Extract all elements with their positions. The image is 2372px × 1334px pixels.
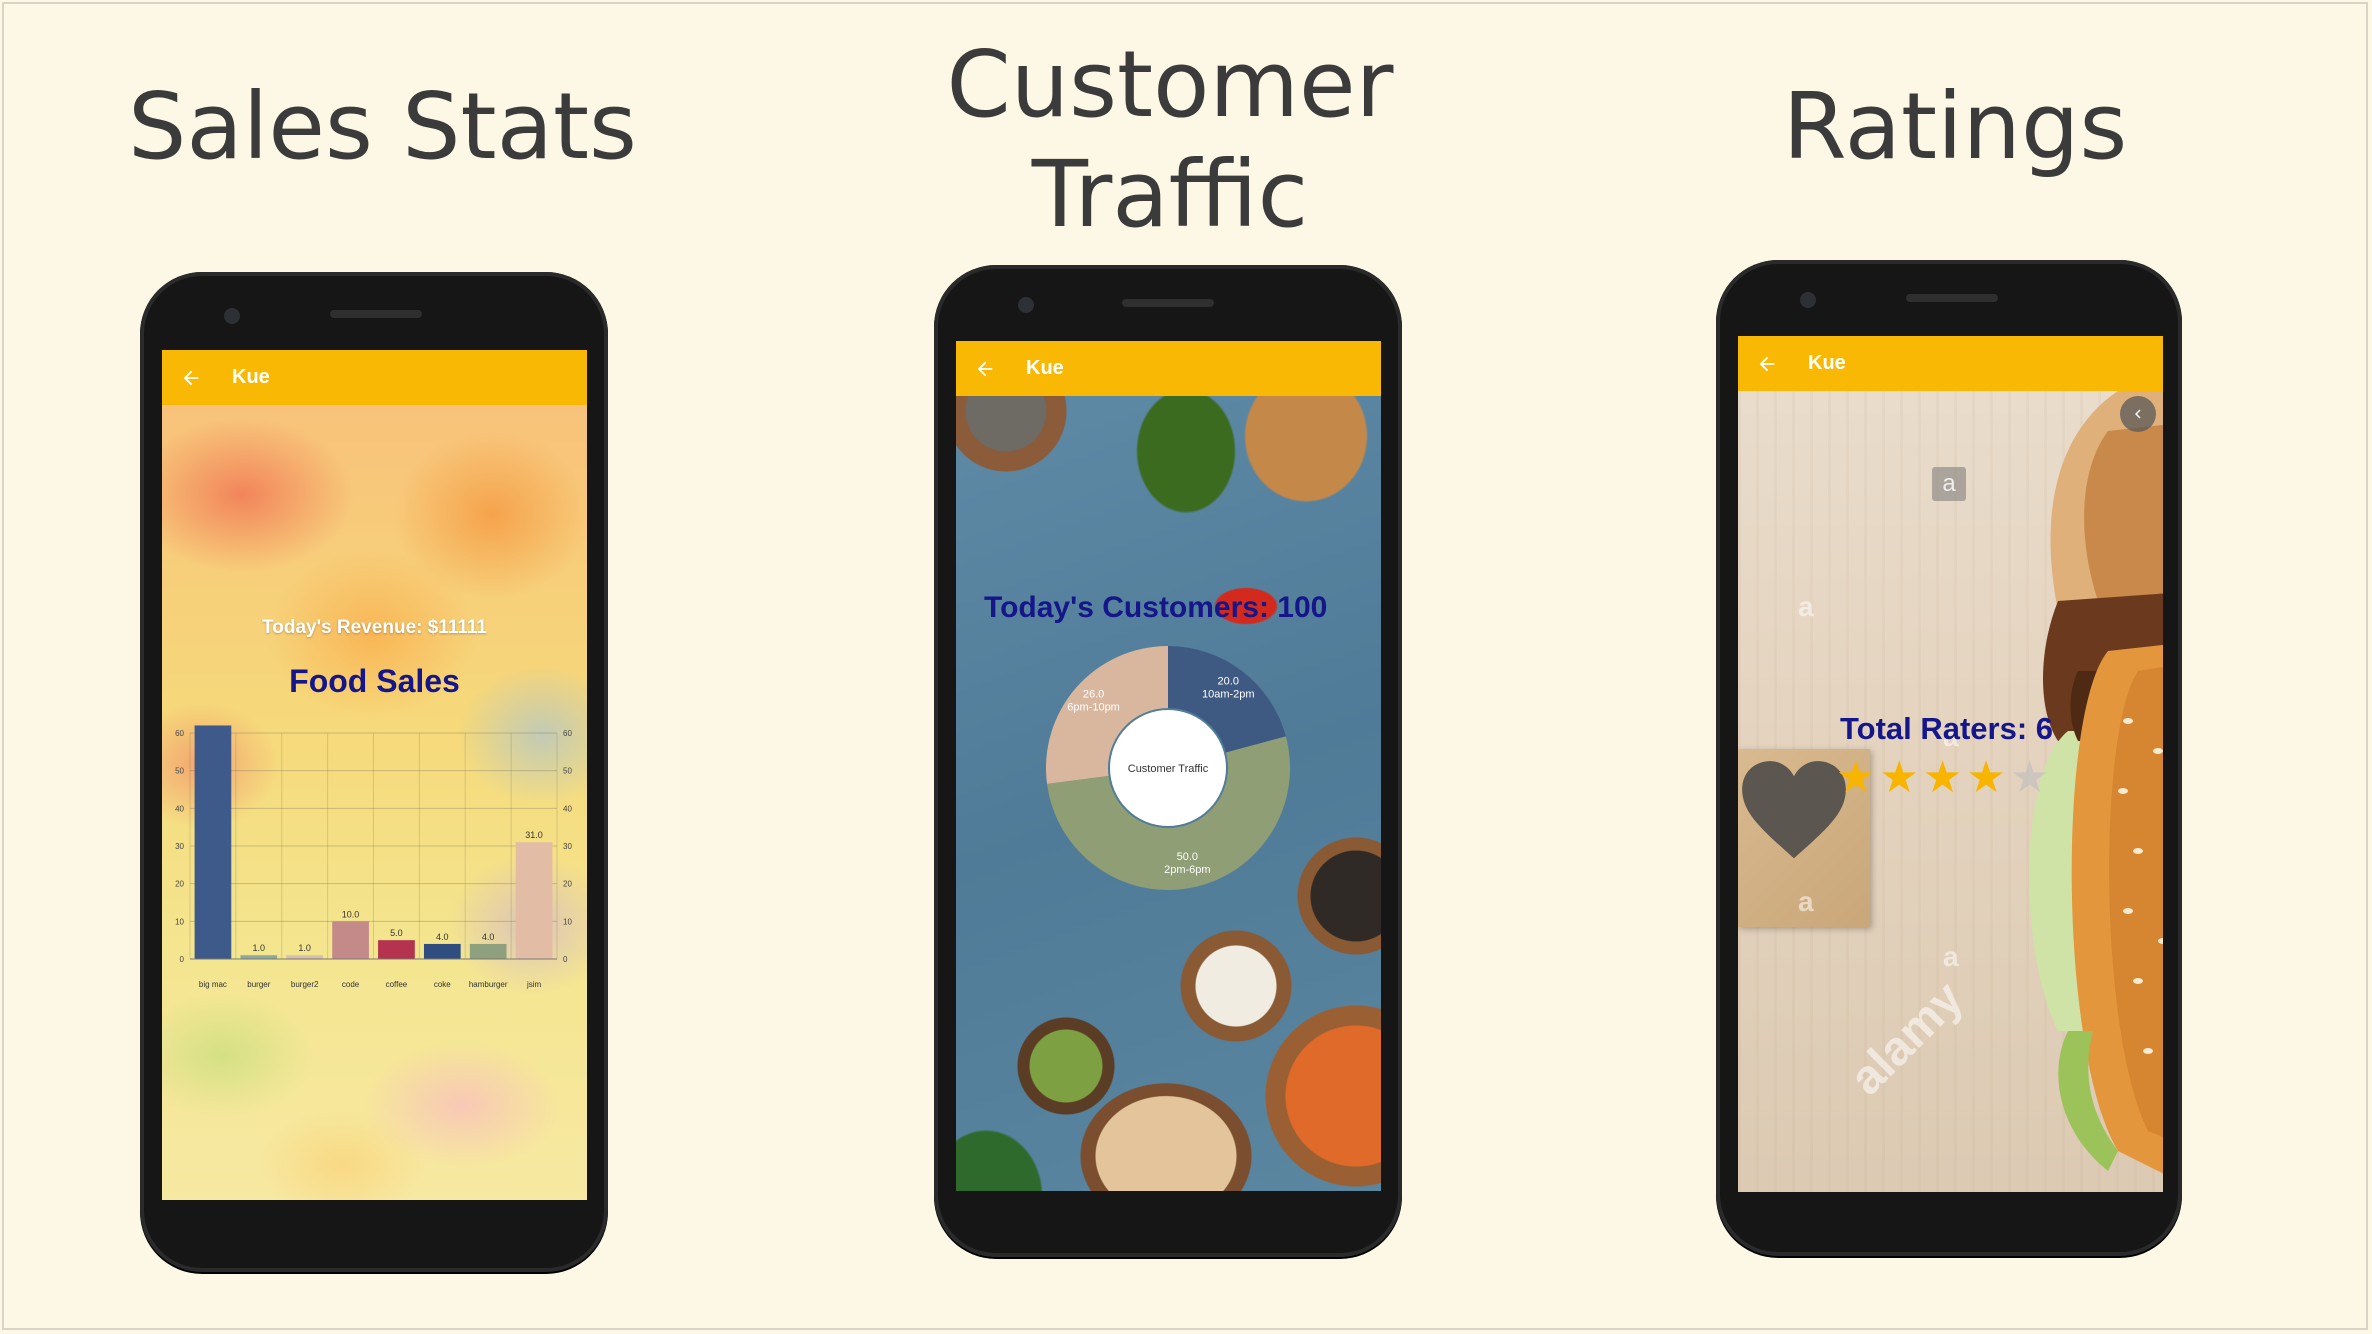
donut-center-label: Customer Traffic: [1128, 763, 1209, 775]
bar-value-label: 10.0: [342, 909, 360, 919]
bar-value-label: 4.0: [482, 932, 495, 942]
bar: [515, 842, 553, 959]
y-tick-label-left: 30: [175, 842, 184, 851]
slice-label: 10am-2pm: [1202, 688, 1255, 700]
app-bar: Kue: [956, 341, 1381, 396]
slice-value-label: 20.0: [1218, 675, 1239, 687]
x-tick-label: coffee: [386, 980, 408, 989]
y-tick-label-left: 10: [175, 917, 184, 926]
arrow-left-icon[interactable]: [1756, 353, 1778, 375]
app-title: Kue: [1026, 357, 1064, 379]
ratings-content: a a a a a alamy Total Raters: 6 ★ ★ ★ ★ ★: [1738, 391, 2163, 1192]
heading-customer-traffic: Customer Traffic: [946, 31, 1394, 248]
earpiece-speaker: [1122, 299, 1214, 307]
y-tick-label-right: 40: [563, 804, 572, 813]
slice-label: 6pm-10pm: [1067, 702, 1120, 714]
app-title: Kue: [232, 366, 270, 388]
bar-value-label: 4.0: [436, 932, 449, 942]
star-filled-icon[interactable]: ★: [1879, 756, 1918, 800]
front-camera: [1800, 292, 1816, 308]
y-tick-label-left: 40: [175, 804, 184, 813]
x-tick-label: burger2: [291, 980, 319, 989]
rating-stars[interactable]: ★ ★ ★ ★ ★: [1836, 756, 2053, 800]
traffic-content: Today's Customers: 100 20.0 10am-2pm 50.0 2…: [956, 396, 1381, 1191]
y-tick-label-left: 60: [175, 729, 184, 738]
app-bar: Kue: [1738, 336, 2163, 391]
star-empty-icon[interactable]: ★: [2010, 756, 2049, 800]
bar-value-label: 5.0: [390, 928, 403, 938]
x-tick-label: jsim: [526, 980, 542, 989]
app-title: Kue: [1808, 352, 1846, 374]
heading-ratings: Ratings: [1782, 73, 2128, 180]
front-camera: [1018, 297, 1034, 313]
y-tick-label-right: 0: [563, 955, 568, 964]
previous-image-button[interactable]: [2120, 396, 2156, 432]
watermark-letter: a: [1943, 941, 1959, 972]
bar-value-label: 31.0: [525, 830, 543, 840]
bar-value-label: 1.0: [253, 943, 266, 953]
revenue-text: Today's Revenue: $11111: [262, 617, 487, 638]
star-filled-icon[interactable]: ★: [1923, 756, 1962, 800]
bar: [378, 940, 415, 959]
total-raters-text: Total Raters: 6: [1840, 711, 2054, 746]
phone-ratings: Kue a a a a a alamy Total Raters: 6 ★ ★ …: [1716, 260, 2182, 1256]
star-filled-icon[interactable]: ★: [1836, 756, 1875, 800]
arrow-left-icon[interactable]: [974, 358, 996, 380]
slice-value-label: 26.0: [1083, 689, 1104, 701]
y-tick-label-right: 50: [563, 767, 572, 776]
phone-sales: Kue Today's Revenue: $11111 Food Sales 0…: [140, 272, 608, 1272]
phone-traffic: Kue Today's Customers: 100 20.0 10am-2pm 5…: [934, 265, 1402, 1257]
y-tick-label-left: 0: [180, 955, 185, 964]
x-tick-label: big mac: [199, 980, 227, 989]
x-tick-label: hamburger: [469, 980, 508, 989]
slice-value-label: 50.0: [1177, 851, 1198, 863]
bar-value-label: 1.0: [298, 943, 311, 953]
bar: [469, 943, 507, 959]
heading-sales-stats: Sales Stats: [128, 73, 637, 180]
sales-content: Today's Revenue: $11111 Food Sales 0 0 10 1…: [162, 405, 587, 1200]
y-tick-label-right: 20: [563, 880, 572, 889]
earpiece-speaker: [330, 310, 422, 318]
star-filled-icon[interactable]: ★: [1966, 756, 2005, 800]
customers-text: Today's Customers: 100: [984, 591, 1328, 624]
bar: [240, 955, 278, 959]
watermark-letter: a: [1798, 886, 1814, 917]
bar: [332, 921, 369, 959]
chart-title: Food Sales: [289, 663, 460, 699]
watermark-letter: a: [1798, 591, 1814, 622]
arrow-left-icon[interactable]: [180, 367, 202, 389]
x-tick-label: code: [342, 980, 360, 989]
x-tick-label: coke: [434, 980, 451, 989]
app-bar: Kue: [162, 350, 587, 405]
screen-traffic: Kue Today's Customers: 100 20.0 10am-2pm 5…: [956, 341, 1381, 1191]
slice-label: 2pm-6pm: [1164, 864, 1210, 876]
earpiece-speaker: [1906, 294, 1998, 302]
screen-sales: Kue Today's Revenue: $11111 Food Sales 0…: [162, 350, 587, 1200]
food-sales-bar-chart: 0010102020303040405050606062.0big mac1.0…: [175, 723, 572, 989]
bar: [423, 943, 461, 959]
y-tick-label-right: 10: [563, 917, 572, 926]
customer-traffic-donut-chart: 20.010am-2pm 50.02pm-6pm 26.06pm-10pm Custo…: [1046, 646, 1290, 890]
watermark-box: a: [1932, 467, 1966, 501]
heart-icon: [1742, 761, 1846, 859]
screen-ratings: Kue a a a a a alamy Total Raters: 6 ★ ★ …: [1738, 336, 2163, 1192]
y-tick-label-left: 20: [175, 880, 184, 889]
y-tick-label-left: 50: [175, 767, 184, 776]
front-camera: [224, 308, 240, 324]
bar: [194, 725, 232, 959]
x-tick-label: burger: [247, 980, 270, 989]
bar: [286, 955, 324, 959]
y-tick-label-right: 60: [563, 729, 572, 738]
y-tick-label-right: 30: [563, 842, 572, 851]
chevron-left-icon: [2135, 409, 2141, 419]
